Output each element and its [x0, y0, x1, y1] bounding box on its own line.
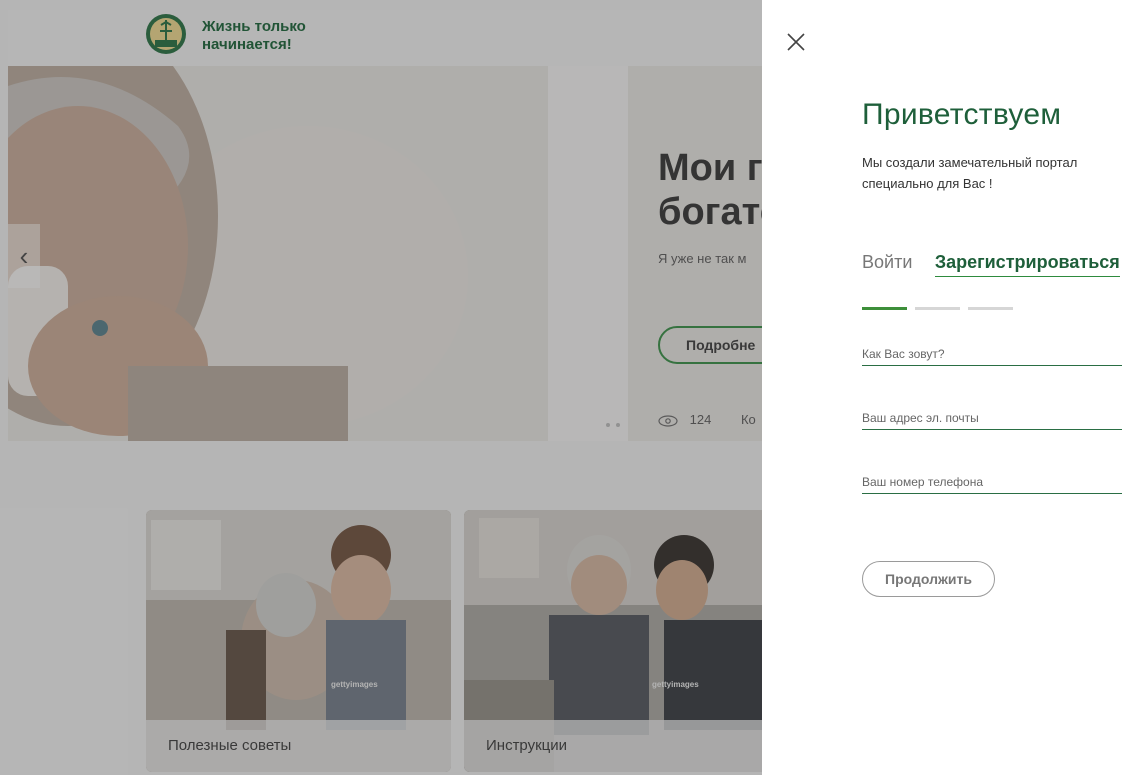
continue-button[interactable]: Продолжить [862, 561, 995, 597]
modal-backdrop[interactable] [0, 0, 770, 775]
tab-register[interactable]: Зарегистрироваться [934, 252, 1120, 277]
step-progress [862, 297, 1021, 315]
auth-tabs: Войти Зарегистрироваться [862, 252, 1120, 277]
close-icon[interactable] [784, 30, 808, 54]
step-indicator [862, 307, 907, 310]
tab-login[interactable]: Войти [862, 252, 912, 272]
email-field[interactable] [862, 407, 1122, 430]
intro-text: Мы создали замечательный портал специаль… [862, 155, 1078, 191]
name-field[interactable] [862, 343, 1122, 366]
phone-field[interactable] [862, 471, 1122, 494]
step-indicator [915, 307, 960, 310]
registration-panel: Приветствуем Мы создали замечательный по… [762, 0, 1126, 775]
background-page: Жизнь только начинается! ‹ Мои го богатс… [0, 0, 770, 775]
welcome-heading: Приветствуем [862, 98, 1062, 131]
step-indicator [968, 307, 1013, 310]
